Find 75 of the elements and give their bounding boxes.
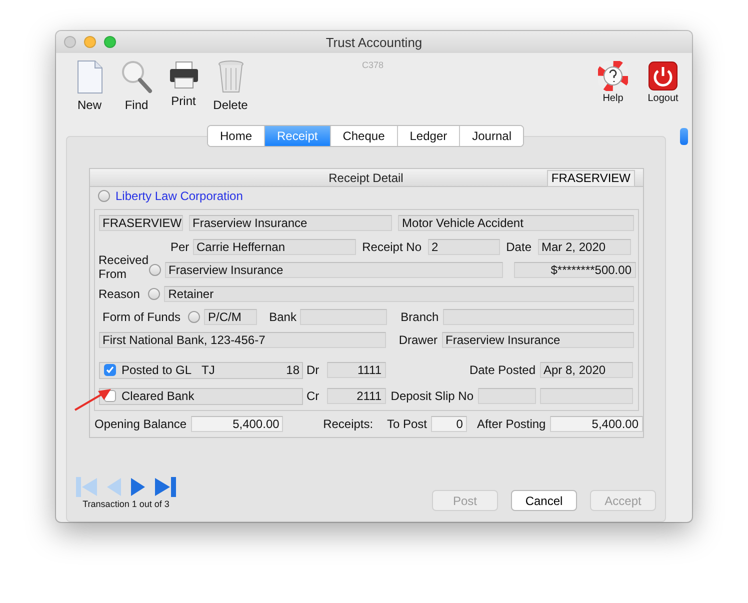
field-label: Date bbox=[506, 240, 532, 254]
text-field[interactable]: 0 bbox=[430, 416, 467, 432]
text-field[interactable]: Fraserview Insurance bbox=[442, 332, 634, 348]
skip-forward-icon[interactable] bbox=[154, 476, 176, 498]
text-field[interactable] bbox=[478, 388, 536, 404]
screen-code: C378 bbox=[362, 60, 384, 70]
action-button[interactable]: Cancel bbox=[511, 490, 577, 511]
search-icon bbox=[120, 60, 152, 94]
text-field[interactable]: 2 bbox=[428, 239, 500, 256]
document-icon bbox=[76, 60, 102, 94]
window-title: Trust Accounting bbox=[326, 34, 422, 50]
text-field[interactable]: Motor Vehicle Accident bbox=[398, 215, 634, 232]
text-field[interactable] bbox=[442, 309, 634, 326]
toolbar-button[interactable]: New bbox=[66, 60, 113, 112]
field-label: Bank bbox=[268, 310, 296, 324]
text-field[interactable]: Carrie Heffernan bbox=[192, 239, 356, 256]
lifebuoy-icon bbox=[598, 61, 628, 91]
toolbar-button[interactable]: Print bbox=[160, 60, 207, 108]
text-field[interactable]: 2111 bbox=[326, 388, 386, 404]
text-field[interactable]: P/C/M bbox=[204, 309, 257, 326]
text-field[interactable] bbox=[540, 388, 632, 404]
field-label: Reason bbox=[98, 287, 141, 302]
power-icon bbox=[648, 61, 678, 91]
radio-button[interactable] bbox=[148, 288, 160, 300]
toolbar-button[interactable]: Find bbox=[113, 60, 160, 112]
client-code-badge: FRASERVIEW bbox=[547, 170, 634, 187]
radio-button[interactable] bbox=[98, 190, 110, 202]
text-field[interactable]: Mar 2, 2020 bbox=[538, 239, 630, 256]
field-label: Drawer bbox=[398, 333, 438, 348]
text-field[interactable]: FRASERVIEW bbox=[98, 215, 182, 232]
field-label: Per bbox=[170, 240, 186, 254]
annotation-arrow bbox=[74, 388, 112, 412]
record-status: Transaction 1 out of 3 bbox=[82, 499, 170, 509]
field-label: Receipts: bbox=[322, 416, 374, 431]
printer-icon bbox=[168, 60, 198, 90]
text-field[interactable]: Retainer bbox=[164, 286, 634, 302]
radio-button[interactable] bbox=[148, 264, 160, 276]
text-field[interactable]: Apr 8, 2020 bbox=[540, 362, 632, 378]
field-label: Dr bbox=[306, 363, 320, 378]
field-label: After Posting bbox=[476, 416, 546, 431]
field-label: Cr bbox=[306, 389, 320, 404]
field-label: Receipt No bbox=[362, 240, 422, 254]
text-field[interactable]: 1111 bbox=[326, 362, 386, 378]
stepper-icon[interactable] bbox=[680, 128, 688, 145]
field-label: To Post bbox=[386, 416, 427, 431]
field-label: Branch bbox=[400, 310, 439, 324]
text-field[interactable]: First National Bank, 123-456-7 bbox=[98, 332, 386, 348]
text-field[interactable] bbox=[300, 309, 387, 326]
trash-icon bbox=[218, 60, 244, 94]
play-icon[interactable] bbox=[130, 476, 146, 498]
checkbox-label: Posted to GL bbox=[122, 363, 193, 378]
field-label: Received From bbox=[98, 252, 148, 281]
checkbox-label: Cleared Bank bbox=[122, 389, 194, 404]
field-label: Deposit Slip No bbox=[390, 389, 474, 404]
checkbox[interactable] bbox=[104, 364, 116, 376]
close-icon[interactable] bbox=[64, 36, 76, 48]
zoom-icon[interactable] bbox=[104, 36, 116, 48]
text-field[interactable]: Fraserview Insurance bbox=[164, 262, 502, 278]
firm-link[interactable]: Liberty Law Corporation bbox=[116, 189, 243, 204]
journal-number: 18 bbox=[286, 363, 300, 378]
minimize-icon[interactable] bbox=[84, 36, 96, 48]
text-field[interactable]: 5,400.00 bbox=[190, 416, 284, 432]
text-field[interactable]: 5,400.00 bbox=[550, 416, 643, 432]
field-label: Form of Funds bbox=[102, 310, 182, 324]
field-label: Opening Balance bbox=[94, 416, 186, 431]
journal-code: TJ bbox=[202, 363, 216, 378]
field-label: Date Posted bbox=[468, 363, 536, 378]
toolbar-button[interactable]: Delete bbox=[207, 60, 254, 112]
text-field[interactable]: Fraserview Insurance bbox=[188, 215, 392, 232]
toolbar-button[interactable]: Help bbox=[590, 61, 636, 104]
panel-title: Receipt Detail bbox=[328, 170, 404, 185]
text-field[interactable]: $********500.00 bbox=[514, 262, 636, 278]
toolbar-button[interactable]: Logout bbox=[640, 61, 686, 104]
radio-button[interactable] bbox=[188, 311, 200, 324]
tab[interactable]: Journal bbox=[459, 126, 524, 146]
